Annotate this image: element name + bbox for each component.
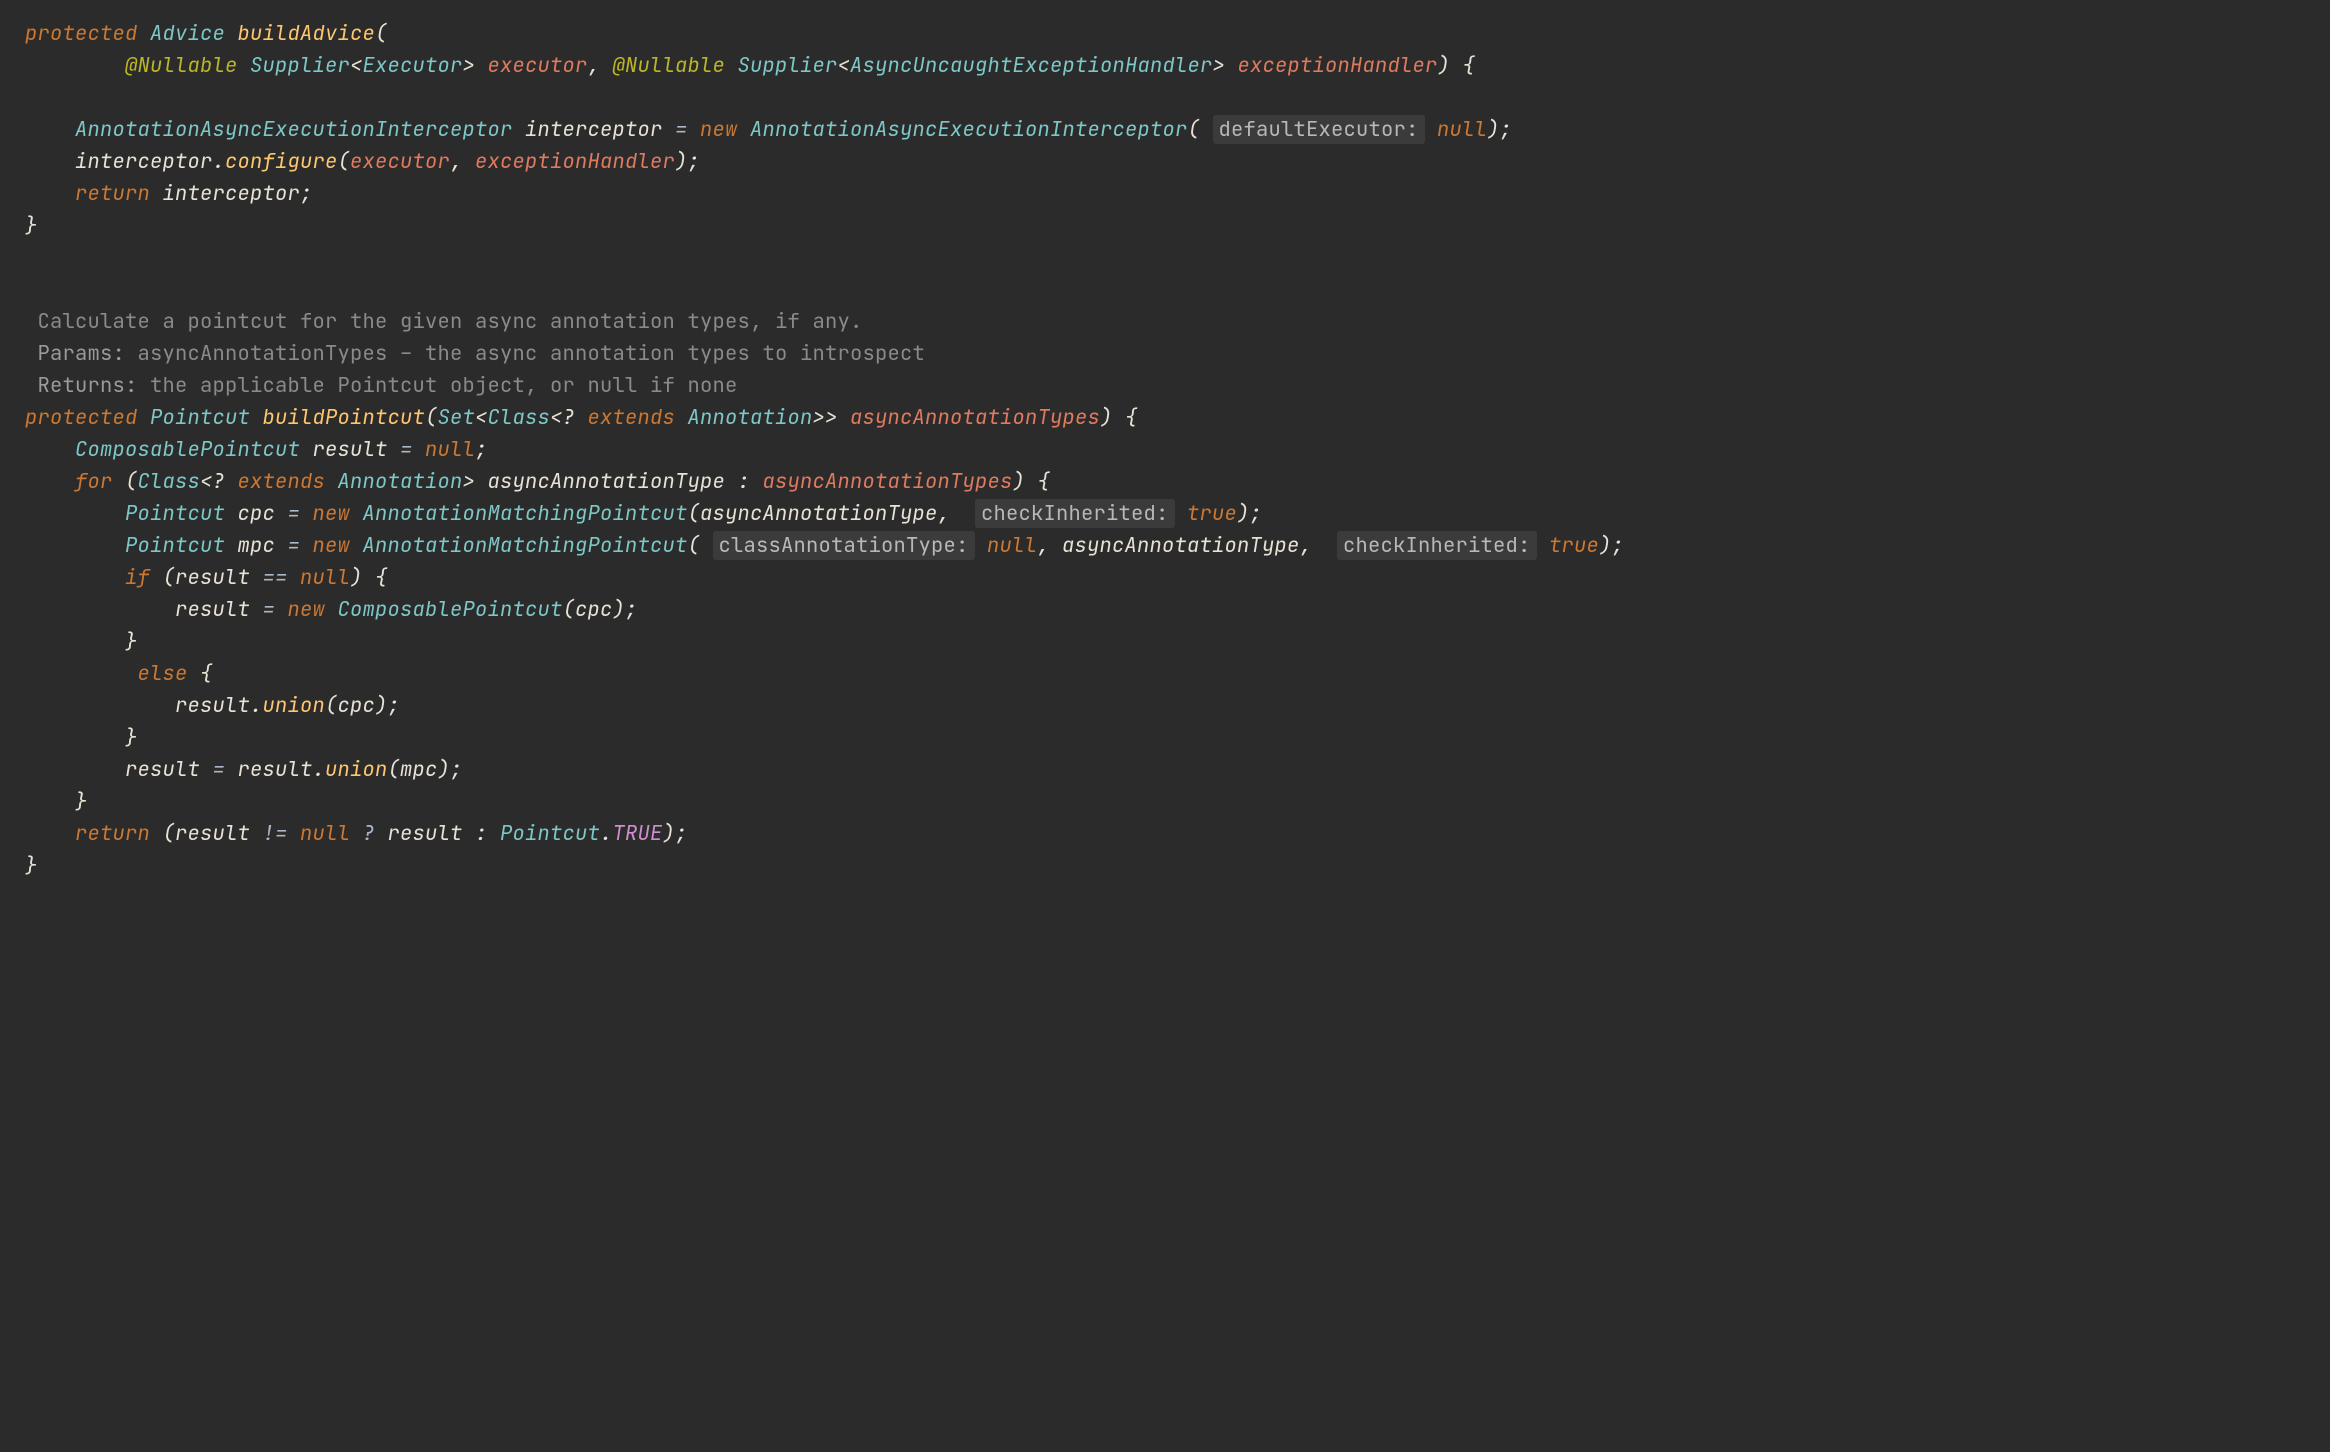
- param-exceptionHandler: exceptionHandler: [1238, 52, 1438, 79]
- doc-returns-body: the applicable Pointcut object, or null …: [138, 372, 738, 399]
- arg-asyncAnnotationType: asyncAnnotationType: [700, 500, 938, 527]
- field-TRUE: TRUE: [613, 820, 663, 847]
- doc-params-body: asyncAnnotationTypes – the async annotat…: [125, 340, 925, 367]
- type-Class: Class: [488, 404, 551, 431]
- annotation-Nullable: @Nullable: [125, 52, 238, 79]
- keyword-return: return: [75, 820, 150, 847]
- arg-cpc: cpc: [575, 596, 613, 623]
- keyword-return: return: [75, 180, 150, 207]
- type-Set: Set: [438, 404, 476, 431]
- var-asyncAnnotationType: asyncAnnotationType: [488, 468, 726, 495]
- ref-asyncAnnotationTypes: asyncAnnotationTypes: [763, 468, 1013, 495]
- type-AsyncUncaughtExceptionHandler: AsyncUncaughtExceptionHandler: [850, 52, 1213, 79]
- keyword-if: if: [125, 564, 150, 591]
- var-result: result: [175, 692, 250, 719]
- literal-null: null: [300, 820, 350, 847]
- var-result: result: [175, 564, 250, 591]
- inlay-hint-checkInherited: checkInherited:: [1337, 531, 1537, 560]
- arg-asyncAnnotationType: asyncAnnotationType: [1062, 532, 1300, 559]
- literal-true: true: [1187, 500, 1237, 527]
- keyword-protected: protected: [25, 20, 138, 47]
- keyword-new: new: [313, 532, 351, 559]
- type-Annotation: Annotation: [338, 468, 463, 495]
- keyword-protected: protected: [25, 404, 138, 431]
- var-result: result: [175, 820, 250, 847]
- keyword-extends: extends: [588, 404, 676, 431]
- inlay-hint-classAnnotationType: classAnnotationType:: [713, 531, 975, 560]
- type-Class: Class: [138, 468, 201, 495]
- inlay-hint-defaultExecutor: defaultExecutor:: [1213, 115, 1425, 144]
- var-result: result: [125, 756, 200, 783]
- type-Pointcut: Pointcut: [125, 500, 225, 527]
- literal-null: null: [987, 532, 1037, 559]
- method-buildAdvice: buildAdvice: [238, 20, 376, 47]
- arg-exceptionHandler: exceptionHandler: [475, 148, 675, 175]
- type-Pointcut: Pointcut: [500, 820, 600, 847]
- arg-mpc: mpc: [400, 756, 438, 783]
- doc-params-tag: Params:: [38, 340, 126, 367]
- param-executor: executor: [488, 52, 588, 79]
- var-result: result: [238, 756, 313, 783]
- keyword-new: new: [700, 116, 738, 143]
- type-Pointcut: Pointcut: [125, 532, 225, 559]
- type-ComposablePointcut: ComposablePointcut: [75, 436, 300, 463]
- doc-returns-tag: Returns:: [38, 372, 138, 399]
- call-union: union: [263, 692, 326, 719]
- ctor-AAEI: AnnotationAsyncExecutionInterceptor: [750, 116, 1188, 143]
- keyword-new: new: [288, 596, 326, 623]
- call-union: union: [325, 756, 388, 783]
- arg-cpc: cpc: [338, 692, 376, 719]
- inlay-hint-checkInherited: checkInherited:: [975, 499, 1175, 528]
- literal-null: null: [300, 564, 350, 591]
- annotation-Nullable: @Nullable: [613, 52, 726, 79]
- literal-true: true: [1549, 532, 1599, 559]
- code-editor[interactable]: protected Advice buildAdvice( @Nullable …: [0, 0, 2330, 882]
- var-result: result: [313, 436, 388, 463]
- type-Executor: Executor: [363, 52, 463, 79]
- type-Annotation: Annotation: [688, 404, 813, 431]
- var-mpc: mpc: [238, 532, 276, 559]
- ctor-ComposablePointcut: ComposablePointcut: [338, 596, 563, 623]
- arg-executor: executor: [350, 148, 450, 175]
- type-Supplier: Supplier: [250, 52, 350, 79]
- type-Advice: Advice: [150, 20, 225, 47]
- param-asyncAnnotationTypes: asyncAnnotationTypes: [850, 404, 1100, 431]
- call-configure: configure: [225, 148, 338, 175]
- ctor-AnnotationMatchingPointcut: AnnotationMatchingPointcut: [363, 532, 688, 559]
- keyword-else: else: [138, 660, 188, 687]
- var-result: result: [175, 596, 250, 623]
- keyword-extends: extends: [238, 468, 326, 495]
- type-Supplier: Supplier: [738, 52, 838, 79]
- literal-null: null: [425, 436, 475, 463]
- keyword-new: new: [313, 500, 351, 527]
- var-interceptor: interceptor: [163, 180, 301, 207]
- doc-summary: Calculate a pointcut for the given async…: [38, 308, 863, 335]
- var-cpc: cpc: [238, 500, 276, 527]
- keyword-for: for: [75, 468, 113, 495]
- var-interceptor: interceptor: [525, 116, 663, 143]
- type-AAEI: AnnotationAsyncExecutionInterceptor: [75, 116, 513, 143]
- var-result: result: [388, 820, 463, 847]
- ctor-AnnotationMatchingPointcut: AnnotationMatchingPointcut: [363, 500, 688, 527]
- literal-null: null: [1437, 116, 1487, 143]
- type-Pointcut: Pointcut: [150, 404, 250, 431]
- method-buildPointcut: buildPointcut: [263, 404, 426, 431]
- var-interceptor: interceptor: [75, 148, 213, 175]
